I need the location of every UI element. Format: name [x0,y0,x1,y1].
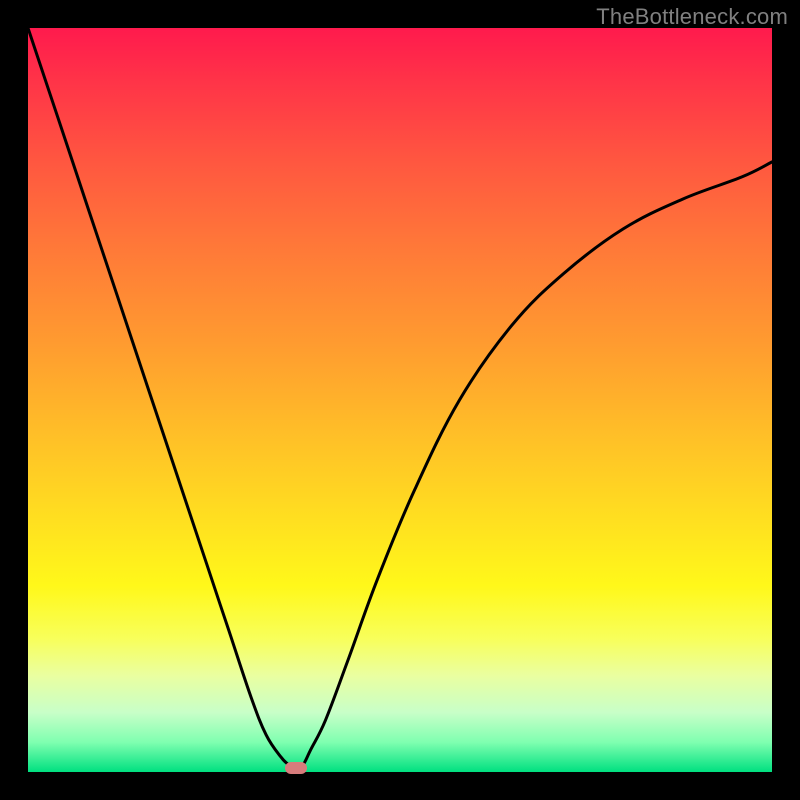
bottleneck-curve [28,28,772,772]
plot-area [28,28,772,772]
attribution-text: TheBottleneck.com [596,4,788,30]
chart-frame: TheBottleneck.com [0,0,800,800]
curve-svg [28,28,772,772]
minimum-marker [285,762,307,774]
